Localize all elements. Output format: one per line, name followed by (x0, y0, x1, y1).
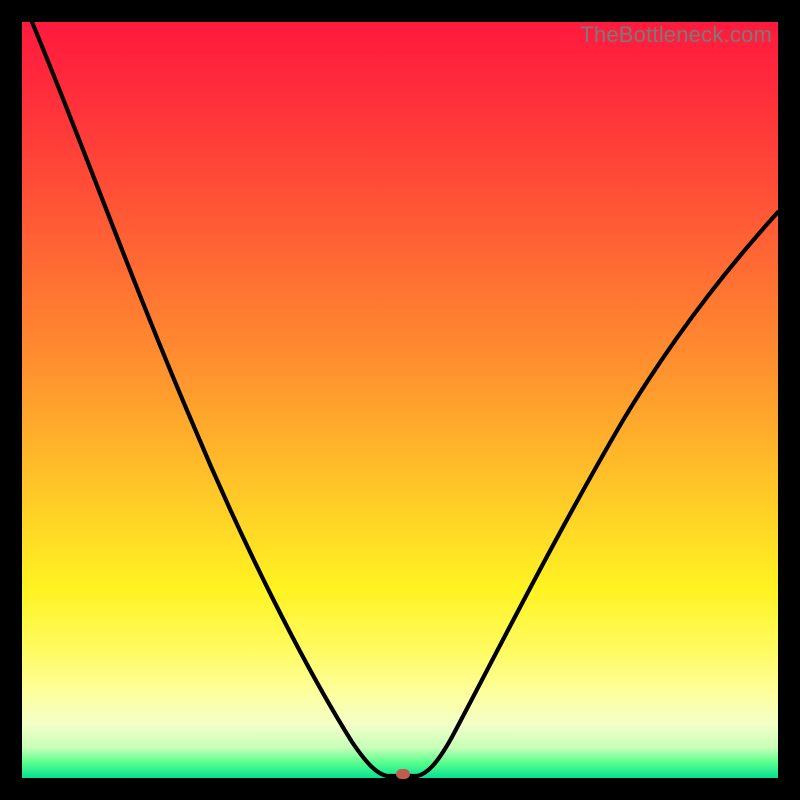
bottleneck-curve (22, 22, 778, 778)
plot-area: TheBottleneck.com (22, 22, 778, 778)
optimal-marker (396, 769, 410, 779)
chart-frame: TheBottleneck.com (0, 0, 800, 800)
